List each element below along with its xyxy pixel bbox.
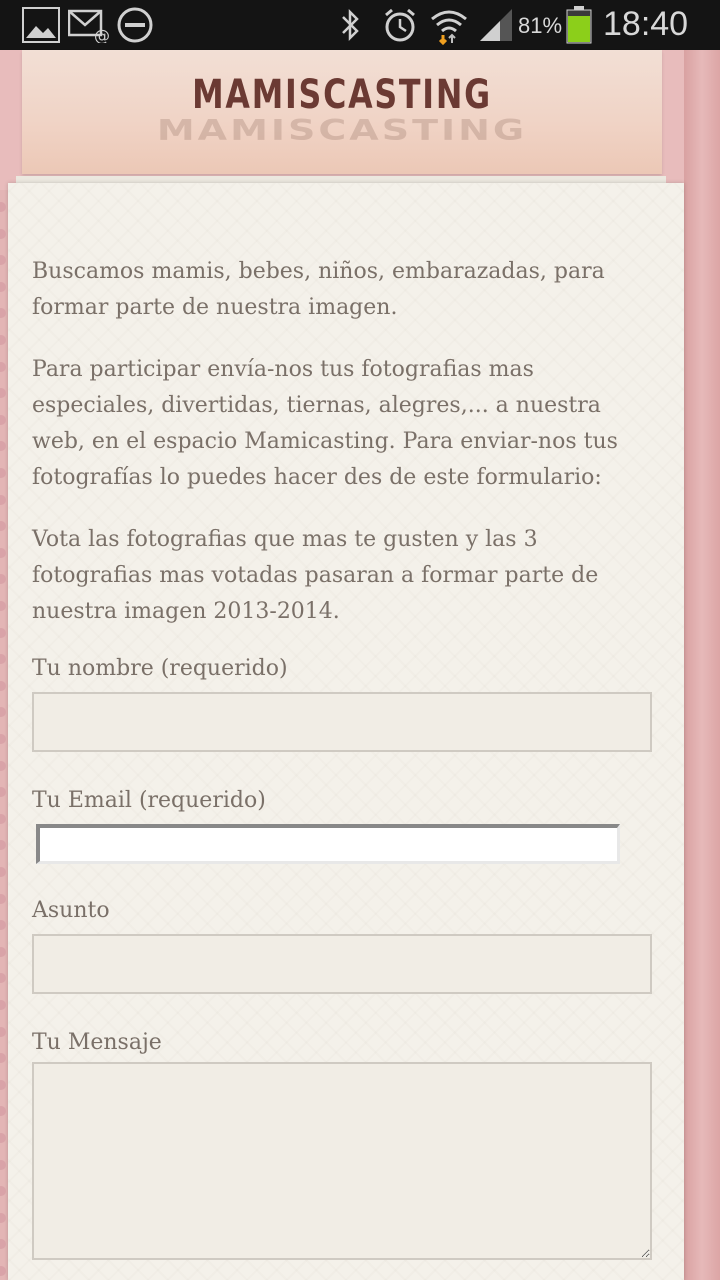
voting-paragraph: Vota las fotografias que mas te gusten y… <box>32 527 599 624</box>
border-dot <box>0 1026 6 1037</box>
signal-icon <box>478 7 514 48</box>
border-dot <box>0 840 6 851</box>
border-dot <box>0 973 6 984</box>
border-dot <box>0 867 6 877</box>
border-dot <box>0 255 6 266</box>
site-title[interactable]: MAMISCASTING <box>60 72 623 118</box>
border-dot <box>0 281 6 292</box>
border-dot <box>0 760 6 771</box>
header-title-reflection: MAMISCASTING <box>156 113 528 147</box>
name-input[interactable] <box>32 692 652 752</box>
clock: 18:40 <box>603 5 689 43</box>
main-content: Buscamos mamis, bebes, niños, embarazada… <box>32 254 652 1260</box>
border-dot <box>0 707 6 718</box>
site-header: MAMISCASTING MAMISCASTING <box>22 50 662 174</box>
subject-label: Asunto <box>32 898 110 923</box>
border-dot <box>0 202 6 212</box>
border-dot <box>0 680 6 691</box>
border-dot <box>0 1000 6 1010</box>
border-dot <box>0 601 6 611</box>
alarm-icon <box>382 7 418 48</box>
border-dot <box>0 654 6 665</box>
message-label: Tu Mensaje <box>32 1030 162 1055</box>
gallery-icon <box>22 7 60 48</box>
border-dot <box>0 1186 6 1197</box>
border-dot <box>0 1133 6 1143</box>
border-dot <box>0 813 6 824</box>
border-dot <box>0 787 6 798</box>
contact-form: Tu nombre (requerido) Tu Email (requerid… <box>32 652 652 1260</box>
border-dot <box>0 1159 6 1170</box>
border-dot <box>0 1053 6 1064</box>
do-not-disturb-icon <box>116 7 154 48</box>
border-dot <box>0 1212 6 1223</box>
email-icon: @ <box>67 7 110 48</box>
border-dot <box>0 920 6 931</box>
border-dot <box>0 627 6 638</box>
border-dot <box>0 308 6 319</box>
battery-percent: 81% <box>518 13 563 38</box>
message-textarea[interactable] <box>32 1062 652 1260</box>
border-dot <box>0 441 6 452</box>
border-dot <box>0 468 6 478</box>
border-dot <box>0 547 6 558</box>
subject-input[interactable] <box>32 934 652 994</box>
border-dot <box>0 1106 6 1117</box>
border-dot <box>0 521 6 532</box>
border-dot <box>0 1239 6 1250</box>
border-dot <box>0 1079 6 1090</box>
instructions-paragraph: Para participar envía-nos tus fotografia… <box>32 357 618 490</box>
bluetooth-icon <box>338 7 364 48</box>
border-dot <box>0 361 6 372</box>
border-dot <box>0 414 6 425</box>
battery-icon <box>566 6 592 49</box>
name-label: Tu nombre (requerido) <box>32 656 288 681</box>
border-dot <box>0 734 6 744</box>
email-label: Tu Email (requerido) <box>32 788 266 813</box>
border-dot <box>0 946 6 957</box>
svg-text:@: @ <box>94 26 110 43</box>
right-decorative-strip <box>684 50 720 1280</box>
border-dot <box>0 1266 6 1276</box>
border-dot <box>0 388 6 399</box>
email-input[interactable] <box>36 824 620 864</box>
border-dot <box>0 494 6 505</box>
status-bar: @ 81% 18:40 <box>0 0 720 50</box>
intro-paragraph: Buscamos mamis, bebes, niños, embarazada… <box>32 259 605 320</box>
border-dot <box>0 228 6 239</box>
wifi-icon <box>430 7 468 50</box>
border-dot <box>0 893 6 904</box>
border-dot <box>0 335 6 345</box>
stitched-border <box>0 190 10 1280</box>
border-dot <box>0 574 6 585</box>
